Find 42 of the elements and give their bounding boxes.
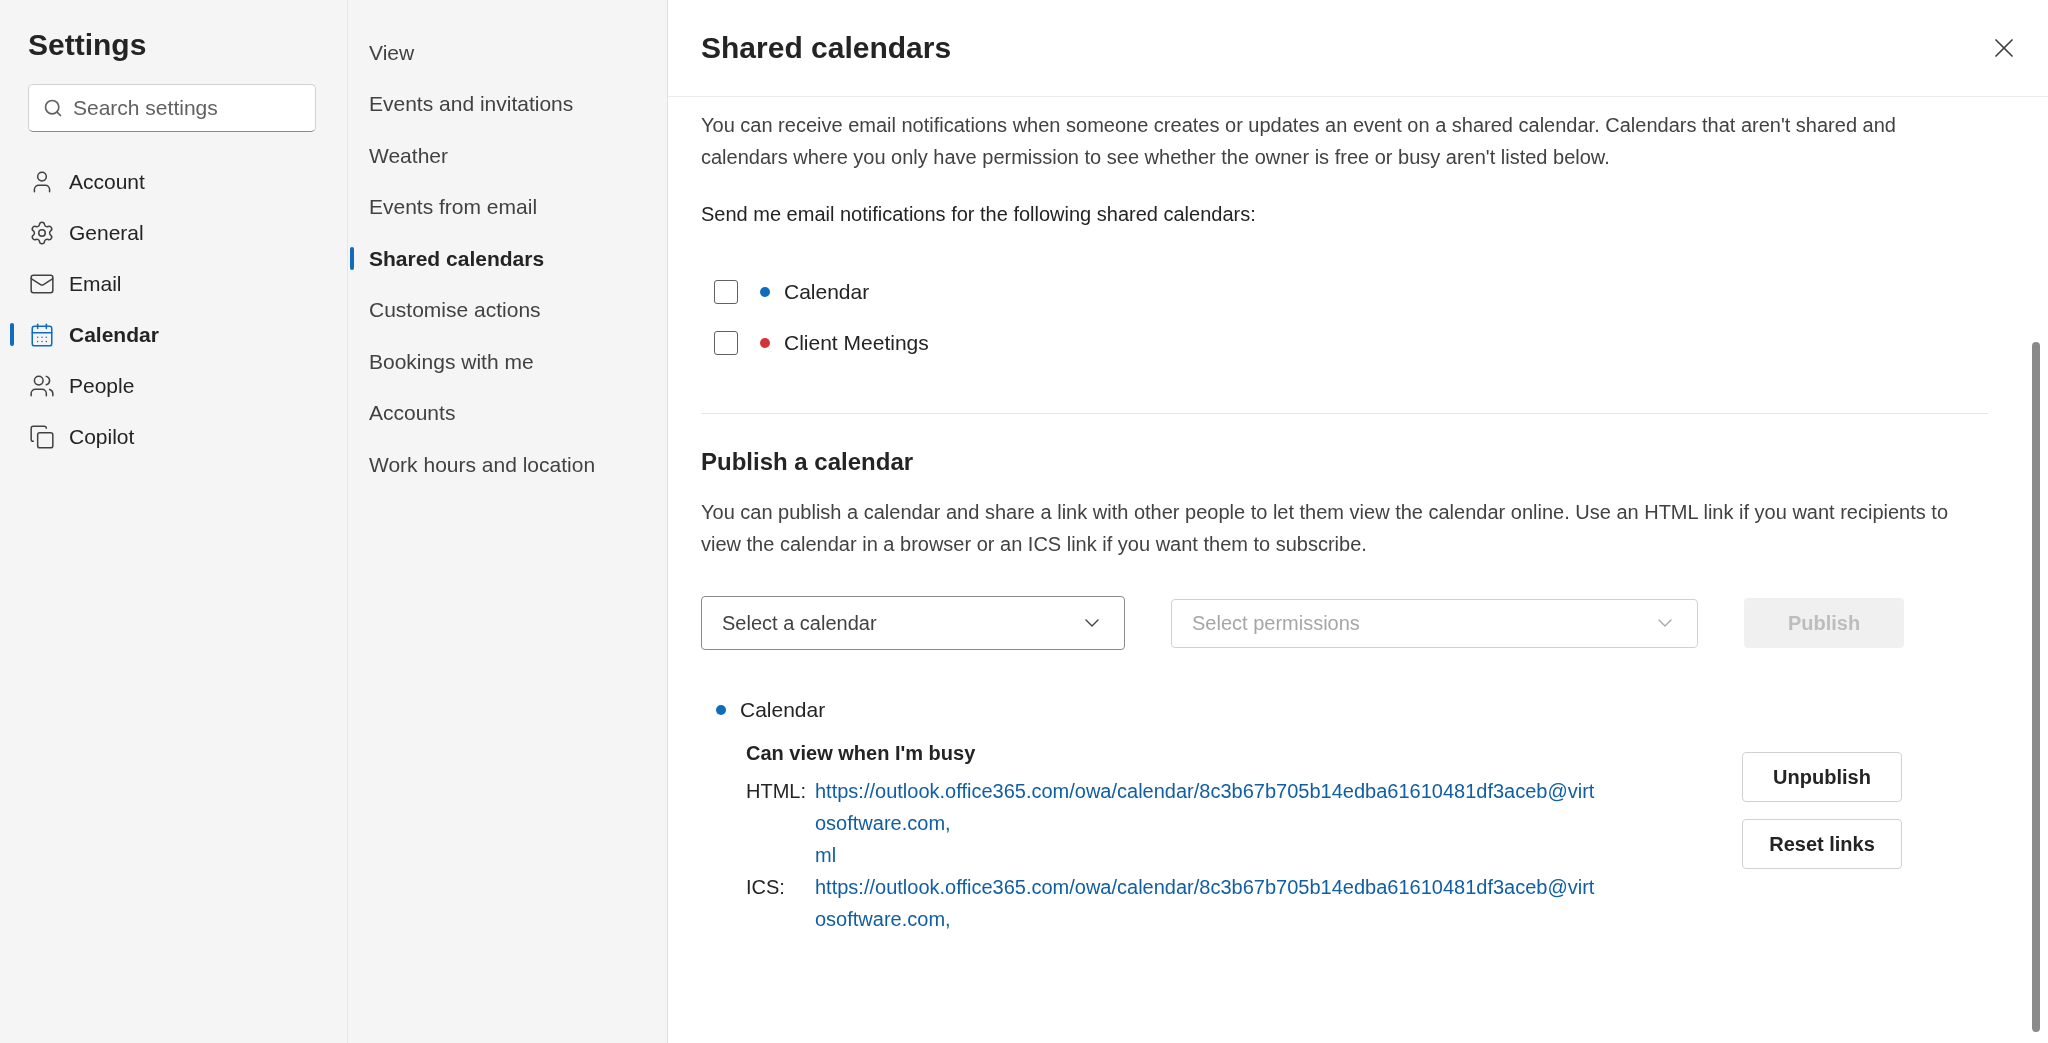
calendar-name: Client Meetings (784, 330, 929, 355)
calendar-link[interactable]: osoftware.com, (815, 807, 951, 839)
checkbox[interactable] (714, 330, 738, 355)
calendar-link[interactable]: osoftware.com, (815, 903, 951, 935)
action-button[interactable]: Reset links (1742, 819, 1902, 869)
settings-title: Settings (28, 28, 148, 62)
calendar-name: Calendar (784, 279, 870, 304)
sidebar-item[interactable]: Email (0, 258, 347, 309)
link-label: HTML: (746, 779, 807, 804)
calendar-link[interactable]: https://outlook.office365.com/owa/calendar/8c3b67b705b14edba61610481df3aceb@virt (815, 871, 1595, 903)
subnav-item[interactable]: Customise actions (348, 284, 667, 336)
intro-text: You can receive email notifications when someone creates or updates an event on a shared calendar. Calendars that aren't shared and calendars where you only have permission to see whether the owner is free or busy aren't listed below. (701, 113, 1897, 170)
subnav-item[interactable]: Shared calendars (348, 233, 667, 285)
subnav-item[interactable]: Accounts (348, 387, 667, 439)
calendar-icon (29, 321, 55, 348)
permission-label: Can view when I'm busy (746, 742, 977, 765)
sidebar-item[interactable]: Account (0, 156, 347, 207)
publish-description: You can publish a calendar and share a link with other people to let them view the calendar online. Use an HTML link if you want recipients to view the calendar in a browser or an ICS link if you want them to subscribe. (701, 500, 1949, 557)
action-button[interactable]: Unpublish (1742, 752, 1902, 802)
overlapping-squares-icon (29, 423, 55, 450)
sidebar-item[interactable]: General (0, 207, 347, 258)
sidebar-item[interactable]: Copilot (0, 411, 347, 462)
link-label: ICS: (746, 875, 786, 900)
subnav-item[interactable]: Weather (348, 130, 667, 182)
panel-title: Shared calendars (701, 31, 952, 65)
subnav-item[interactable]: Bookings with me (348, 336, 667, 388)
calendar-link[interactable]: ml (815, 839, 837, 871)
calendar-dropdown[interactable]: Select a calendar (701, 596, 1125, 650)
notify-label: Send me email notifications for the following shared calendars: (701, 203, 1257, 226)
sidebar-item[interactable]: Calendar (0, 309, 347, 360)
subnav-item[interactable]: View (348, 27, 667, 79)
subnav-item[interactable]: Work hours and location (348, 439, 667, 491)
calendar-name: Calendar (740, 698, 826, 722)
subnav-item[interactable]: Events and invitations (348, 78, 667, 130)
search-field[interactable]: Search settings (28, 84, 316, 132)
subnav-item[interactable]: Events from email (348, 181, 667, 233)
sidebar-item[interactable]: People (0, 360, 347, 411)
calendar-link[interactable]: https://outlook.office365.com/owa/calendar/8c3b67b705b14edba61610481df3aceb@virt (815, 775, 1595, 807)
section-heading: Publish a calendar (701, 448, 915, 476)
scrollbar[interactable] (2032, 342, 2040, 1032)
gear-icon (29, 219, 55, 246)
checkbox[interactable] (714, 279, 738, 304)
